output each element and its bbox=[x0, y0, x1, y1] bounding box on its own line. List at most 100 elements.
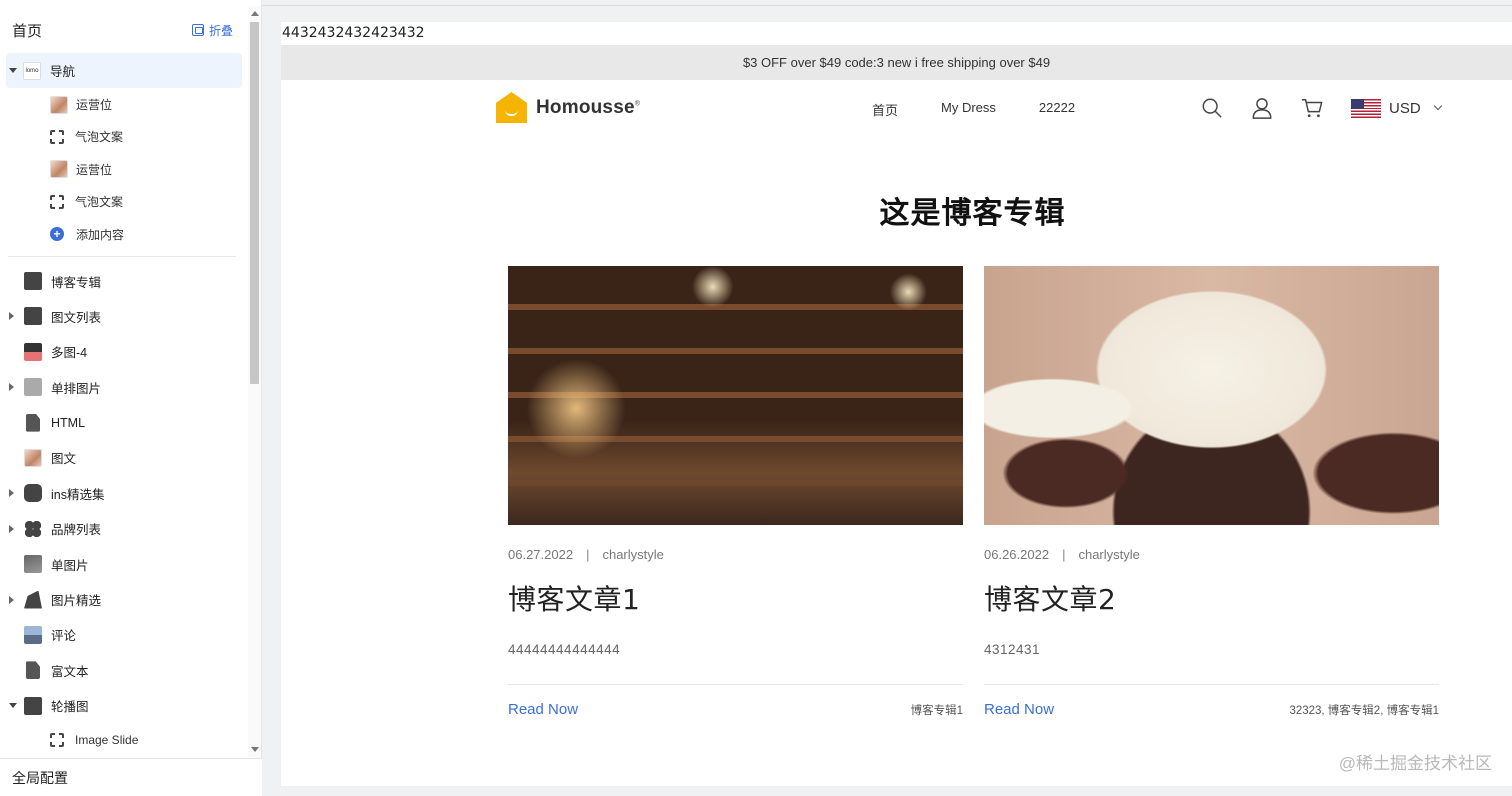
post-author: charlystyle bbox=[1078, 547, 1140, 562]
preview-url-text: 4432432432423432 bbox=[282, 25, 425, 41]
blog-card-footer: Read Now 博客专辑1 bbox=[508, 701, 963, 718]
sidebar-item[interactable]: 轮播图 bbox=[0, 688, 248, 723]
site-logo[interactable]: Homousse® bbox=[496, 92, 640, 123]
frame-icon bbox=[50, 129, 64, 144]
blog-card[interactable]: 06.26.2022 | charlystyle 博客文章2 4312431 R… bbox=[984, 266, 1439, 718]
caret-right-icon[interactable] bbox=[9, 595, 14, 604]
scroll-up-arrow-icon[interactable] bbox=[251, 11, 259, 16]
logo-registered-mark: ® bbox=[634, 100, 641, 108]
sidebar-item[interactable]: HTML bbox=[0, 405, 248, 440]
collapse-icon bbox=[191, 24, 204, 36]
nav-link-22222[interactable]: 22222 bbox=[1039, 100, 1075, 119]
document-icon bbox=[26, 413, 40, 432]
blog-card-footer: Read Now 32323, 博客专辑2, 博客专辑1 bbox=[984, 701, 1439, 718]
read-now-link[interactable]: Read Now bbox=[984, 701, 1054, 718]
caret-right-icon[interactable] bbox=[9, 489, 14, 498]
sidebar-item[interactable]: 品牌列表 bbox=[0, 511, 248, 546]
read-now-link[interactable]: Read Now bbox=[508, 701, 578, 718]
sidebar-item-label: 图片精选 bbox=[51, 594, 102, 609]
collapse-button[interactable]: 折叠 bbox=[191, 22, 233, 39]
frame-icon bbox=[50, 732, 64, 747]
sidebar-item[interactable]: 图片精选 bbox=[0, 582, 248, 617]
promo-bar[interactable]: $3 OFF over $49 code:3 new i free shippi… bbox=[281, 45, 1512, 80]
post-date: 06.26.2022 bbox=[984, 547, 1050, 562]
sidebar-item-label: 博客专辑 bbox=[51, 275, 102, 290]
star-icon bbox=[24, 272, 42, 291]
plus-circle-icon: + bbox=[50, 227, 64, 242]
collapse-label: 折叠 bbox=[208, 23, 233, 38]
document-icon bbox=[26, 661, 40, 680]
sidebar-item[interactable]: 评论 bbox=[0, 617, 248, 652]
cart-icon[interactable] bbox=[1301, 96, 1323, 120]
sidebar-item[interactable]: ins精选集 bbox=[0, 476, 248, 511]
caret-down-icon[interactable] bbox=[9, 68, 17, 74]
editor-sidebar: 首页 折叠 lomo 导航 运营位 气泡文案 运营位 气泡文案 + 添加内容 博客专辑 图文列表多… bbox=[0, 0, 262, 796]
search-icon[interactable] bbox=[1201, 96, 1223, 120]
currency-selector[interactable]: USD bbox=[1351, 98, 1442, 118]
sidebar-item[interactable]: 单排图片 bbox=[0, 370, 248, 405]
sidebar-item-label: 品牌列表 bbox=[51, 523, 102, 538]
sidebar-item-label: 运营位 bbox=[76, 162, 113, 177]
sidebar-subitem[interactable]: Image Slide bbox=[0, 723, 248, 755]
sidebar-item[interactable]: lomo 导航 bbox=[6, 53, 242, 89]
sidebar-item-label: 单图片 bbox=[51, 558, 89, 573]
post-title[interactable]: 博客文章2 bbox=[984, 578, 1439, 618]
us-flag-icon bbox=[1351, 98, 1381, 118]
sidebar-item-label: 图文列表 bbox=[51, 310, 102, 325]
grey-image-icon bbox=[24, 378, 42, 397]
top-divider bbox=[262, 0, 1512, 6]
scrollbar-thumb[interactable] bbox=[250, 22, 259, 384]
image-thumb-icon bbox=[24, 448, 42, 467]
sidebar-item-label: 单排图片 bbox=[51, 381, 102, 396]
sidebar-scrollbar[interactable] bbox=[248, 6, 261, 758]
blog-card-image[interactable] bbox=[508, 266, 963, 525]
frame-icon bbox=[50, 194, 64, 209]
caret-down-icon[interactable] bbox=[9, 703, 17, 709]
post-title[interactable]: 博客文章1 bbox=[508, 578, 963, 618]
sidebar-item-label: 评论 bbox=[51, 629, 77, 644]
sidebar-subitem[interactable]: 运营位 bbox=[0, 153, 248, 185]
account-icon[interactable] bbox=[1251, 96, 1273, 120]
caret-right-icon[interactable] bbox=[9, 524, 14, 533]
blog-album-title: 这是博客专辑 bbox=[879, 197, 1066, 230]
sidebar-item-label: 轮播图 bbox=[51, 700, 89, 715]
scroll-down-arrow-icon[interactable] bbox=[251, 747, 259, 752]
sidebar-item[interactable]: 多图-4 bbox=[0, 334, 248, 369]
post-date: 06.27.2022 bbox=[508, 547, 574, 562]
meta-separator: | bbox=[586, 547, 590, 562]
bag-icon bbox=[24, 590, 42, 609]
global-config-label: 全局配置 bbox=[12, 769, 68, 786]
sidebar-item[interactable]: 单图片 bbox=[0, 546, 248, 581]
sidebar-item[interactable]: 富文本 bbox=[0, 653, 248, 688]
sidebar-subitem[interactable]: 气泡文案 bbox=[0, 121, 248, 153]
sidebar-item-label: 多图-4 bbox=[51, 346, 88, 361]
caret-right-icon[interactable] bbox=[9, 312, 14, 321]
post-excerpt: 44444444444444 bbox=[508, 642, 621, 657]
sidebar-item-label: ins精选集 bbox=[51, 487, 105, 502]
sidebar-item[interactable]: 图文 bbox=[0, 440, 248, 475]
card-divider bbox=[508, 684, 963, 685]
sidebar-subitem[interactable]: 气泡文案 bbox=[0, 186, 248, 218]
sidebar-item[interactable]: 图文列表 bbox=[0, 299, 248, 334]
image-list-icon bbox=[24, 307, 42, 326]
sidebar-item[interactable]: 博客专辑 bbox=[0, 263, 248, 298]
carousel-icon bbox=[24, 696, 42, 715]
grid-icon bbox=[24, 519, 42, 538]
currency-label: USD bbox=[1389, 99, 1421, 117]
nav-link-home[interactable]: 首页 bbox=[872, 100, 898, 119]
sidebar-subitem[interactable]: 运营位 bbox=[0, 88, 248, 120]
preview-canvas: 4432432432423432 $3 OFF over $49 code:3 … bbox=[281, 22, 1512, 786]
blog-card-image[interactable] bbox=[984, 266, 1439, 525]
caret-right-icon[interactable] bbox=[9, 383, 14, 392]
sidebar-item-label: 富文本 bbox=[51, 664, 89, 679]
sidebar-subitem[interactable]: + 添加内容 bbox=[0, 218, 248, 250]
sidebar-section-list: lomo 导航 运营位 气泡文案 运营位 气泡文案 + 添加内容 博客专辑 图文列表 多图-4 单排图… bbox=[0, 53, 248, 758]
post-tags: 博客专辑1 bbox=[910, 704, 963, 717]
sidebar-divider bbox=[8, 256, 236, 258]
logo-text: Homousse bbox=[536, 96, 635, 118]
global-config-button[interactable]: 全局配置 bbox=[0, 758, 262, 796]
card-divider bbox=[984, 684, 1439, 685]
watermark-text: @稀土掘金技术社区 bbox=[1338, 754, 1492, 773]
nav-link-my-dress[interactable]: My Dress bbox=[941, 100, 996, 119]
blog-card[interactable]: 06.27.2022 | charlystyle 博客文章1 444444444… bbox=[508, 266, 963, 718]
